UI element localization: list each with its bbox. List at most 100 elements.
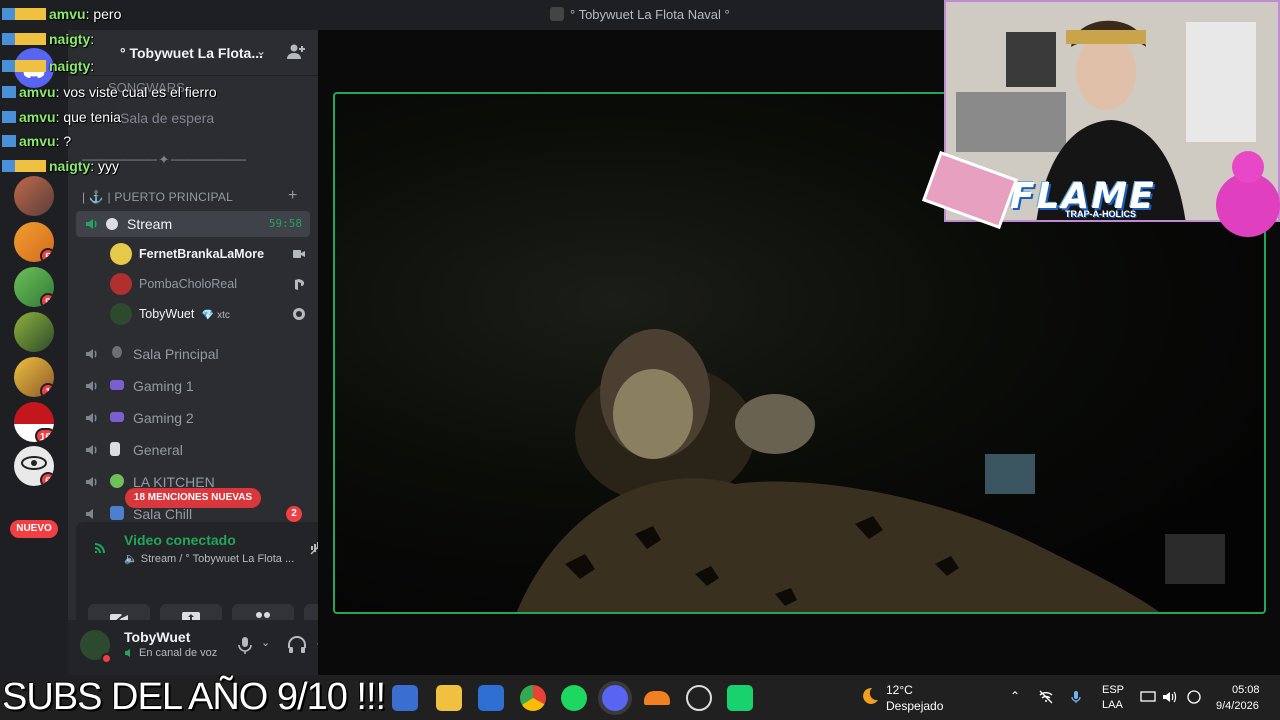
voice-member[interactable]: TobyWuet 💎 xtc [108, 301, 308, 329]
server-icon-1[interactable] [14, 176, 54, 216]
member-tag: 💎 xtc [201, 310, 230, 321]
keyboard-language[interactable]: ESP [1102, 684, 1124, 696]
chat-user: amvu [49, 6, 86, 22]
chat-user: naigty [49, 31, 91, 47]
user-status: En canal de voz [139, 647, 218, 659]
window-title-text: ° Tobywuet La Flota Naval ° [570, 7, 730, 22]
chat-text: ? [63, 133, 72, 149]
display-icon[interactable] [1140, 689, 1156, 705]
discord-taskbar-icon[interactable] [602, 685, 628, 711]
speaker-icon [86, 349, 97, 359]
speaker-icon [86, 381, 97, 391]
chat-badges [2, 135, 16, 147]
chat-message: naigty: [2, 58, 94, 74]
speaker-icon [86, 509, 93, 519]
chat-badges [2, 160, 46, 172]
add-channel-icon[interactable]: + [288, 187, 297, 205]
chat-message: amvu: que tenia [2, 109, 121, 125]
clock-date[interactable]: 9/4/2026 [1216, 700, 1259, 712]
channel-stream[interactable]: Stream 59:58 [76, 211, 310, 237]
headphones-icon[interactable] [286, 634, 308, 656]
unread-badge: 1 [40, 383, 54, 397]
gamepad-icon [110, 380, 124, 390]
server-icon-7[interactable]: 6 [14, 446, 54, 486]
file-explorer-icon[interactable] [436, 685, 462, 711]
volume-icon[interactable] [1162, 689, 1178, 705]
server-icon-3[interactable]: 9 [14, 267, 54, 307]
unread-badge: 2 [286, 506, 302, 522]
channel-name: Gaming 1 [133, 378, 194, 394]
unread-badge: 16 [34, 428, 54, 442]
moon-icon [863, 687, 878, 704]
clock-time[interactable]: 05:08 [1232, 684, 1260, 696]
speaker-icon [86, 219, 97, 229]
new-mentions-pill[interactable]: 18 MENCIONES NUEVAS [125, 488, 261, 508]
chat-message: amvu: pero [2, 6, 121, 22]
new-servers-pill[interactable]: NUEVO [10, 520, 58, 538]
channel-name: Sala Chill [133, 506, 193, 521]
stream-chat-overlay: amvu: pero naigty: naigty: amvu: vos vis… [0, 0, 330, 180]
member-name-text: TobyWuet [139, 307, 195, 321]
server-icon-4[interactable] [14, 312, 54, 352]
stream-timer: 59:58 [268, 217, 302, 230]
chat-badges [2, 111, 16, 123]
playstation-icon [295, 279, 304, 290]
mail-app-icon[interactable] [392, 685, 418, 711]
window-title: ° Tobywuet La Flota Naval ° [550, 7, 730, 22]
server-icon-2[interactable]: 5 [14, 222, 54, 262]
chat-user: amvu [19, 133, 56, 149]
speaker-emoji-icon [110, 442, 120, 456]
category-puerto-principal[interactable]: | ⚓ | PUERTO PRINCIPAL [82, 190, 233, 204]
server-icon-5[interactable]: 1 [14, 357, 54, 397]
unread-badge: 6 [40, 472, 54, 486]
channel-name: General [133, 442, 183, 458]
obs-icon[interactable] [686, 685, 712, 711]
weather-temperature[interactable]: 12°C [886, 683, 913, 697]
chat-badges [2, 60, 46, 72]
weather-description[interactable]: Despejado [886, 699, 943, 713]
channel-sala-principal[interactable]: Sala Principal [76, 341, 310, 367]
mic-emoji-icon [106, 218, 118, 230]
user-name[interactable]: TobyWuet [124, 629, 190, 645]
keyboard-layout[interactable]: LAA [1102, 699, 1123, 711]
voice-member[interactable]: FernetBrankaLaMore [108, 241, 308, 269]
subs-banner-overlay: SUBS DEL AÑO 9/10 !!! [2, 676, 386, 718]
chevron-up-icon[interactable]: ⌃ [1010, 689, 1026, 705]
chat-message: naigty: [2, 31, 94, 47]
chrome-icon[interactable] [520, 685, 546, 711]
chat-text: que tenia [63, 109, 121, 125]
channel-gaming-1[interactable]: Gaming 1 [76, 373, 310, 399]
server-icon-6[interactable]: 16 [14, 402, 54, 442]
voice-status-icon [125, 649, 130, 657]
voice-member[interactable]: PombaCholoReal [108, 271, 308, 299]
chat-message: amvu: vos viste cual es el fierro [2, 84, 217, 100]
channel-gaming-2[interactable]: Gaming 2 [76, 405, 310, 431]
chat-text: pero [93, 6, 122, 22]
network-off-icon[interactable] [1038, 689, 1054, 705]
chat-user: naigty [49, 58, 91, 74]
status-dot [101, 653, 112, 664]
chat-user: amvu [19, 84, 56, 100]
gamepad-icon [110, 412, 124, 422]
store-icon[interactable] [478, 685, 504, 711]
kick-icon[interactable] [727, 685, 753, 711]
cloud-app-icon[interactable] [644, 691, 670, 705]
channel-general[interactable]: General [76, 437, 310, 463]
chat-text: yyy [98, 158, 120, 174]
battery-icon[interactable] [1186, 689, 1202, 705]
chat-message: naigty: yyy [2, 158, 119, 174]
voice-status[interactable]: Video conectado [124, 532, 236, 548]
voice-location-text: Stream / ° Tobywuet La Flota ... [140, 553, 295, 565]
unread-badge: 9 [40, 293, 54, 307]
alien-emoji-icon [110, 474, 124, 488]
chat-badges [2, 8, 46, 20]
microphone-tray-icon[interactable] [1068, 689, 1084, 705]
spotify-icon[interactable] [561, 685, 587, 711]
voice-location[interactable]: 🔈 Stream / ° Tobywuet La Flota ... [124, 552, 294, 565]
server-icon [550, 7, 564, 21]
speaker-icon [86, 445, 97, 455]
microphone-icon[interactable] [234, 634, 256, 656]
member-name: PombaCholoReal [139, 277, 237, 291]
chevron-down-icon[interactable]: ⌄ [261, 636, 270, 649]
signal-icon[interactable] [92, 536, 112, 556]
